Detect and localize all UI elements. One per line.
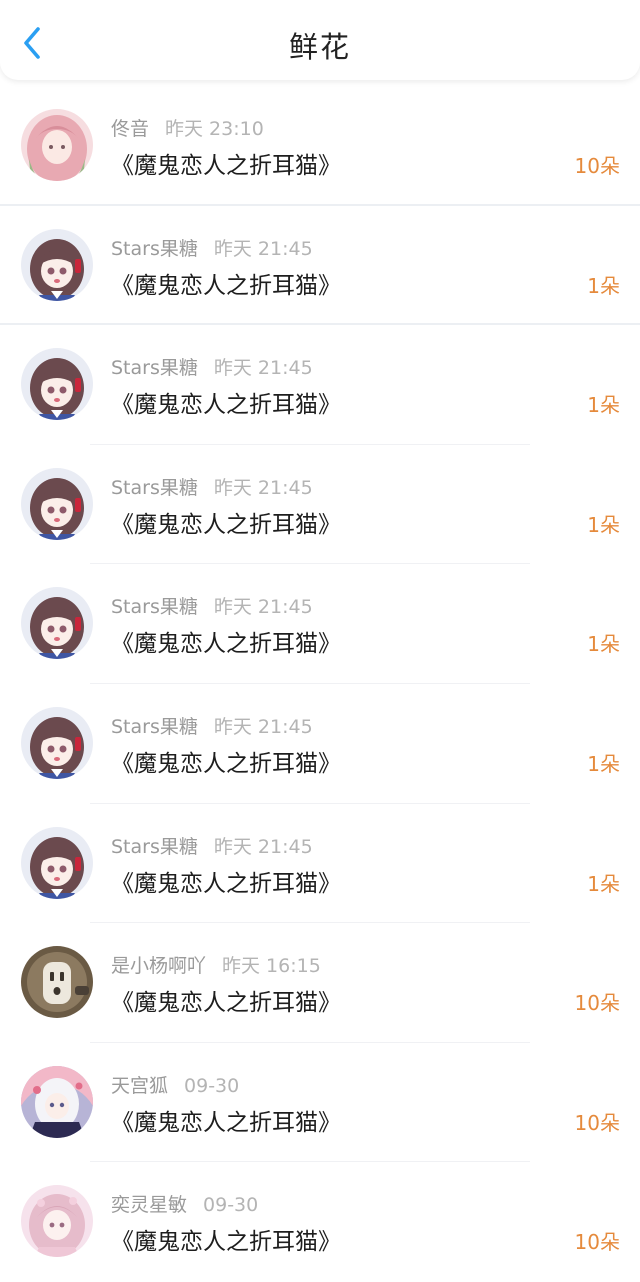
- book-title[interactable]: 《魔鬼恋人之折耳猫》: [111, 146, 341, 180]
- flower-count: 10朵: [574, 991, 620, 1016]
- book-title[interactable]: 《魔鬼恋人之折耳猫》: [111, 744, 341, 778]
- avatar[interactable]: [21, 1185, 93, 1258]
- list-item[interactable]: 是小杨啊吖 昨天 16:15 《魔鬼恋人之折耳猫》 10朵: [0, 923, 640, 1043]
- book-title[interactable]: 《魔鬼恋人之折耳猫》: [111, 1103, 341, 1137]
- username[interactable]: Stars果糖: [111, 477, 198, 499]
- username[interactable]: Stars果糖: [111, 836, 198, 858]
- avatar[interactable]: [21, 348, 93, 421]
- timestamp: 昨天 21:45: [213, 357, 313, 380]
- pink-hair-avatar-icon: [21, 109, 93, 181]
- avatar[interactable]: [21, 467, 93, 540]
- timestamp: 09-30: [203, 1194, 259, 1217]
- flower-list: 佟音 昨天 23:10 《魔鬼恋人之折耳猫》 10朵 Stars果糖 昨天 21:4…: [0, 86, 640, 1282]
- flower-count: 1朵: [587, 751, 620, 776]
- list-item[interactable]: Stars果糖 昨天 21:45 《魔鬼恋人之折耳猫》 1朵: [0, 564, 640, 684]
- book-title[interactable]: 《魔鬼恋人之折耳猫》: [111, 983, 341, 1017]
- avatar[interactable]: [21, 946, 93, 1019]
- brown-hair-girl-avatar-icon: [21, 587, 93, 660]
- flower-count: 1朵: [587, 632, 620, 657]
- list-item[interactable]: Stars果糖 昨天 21:45 《魔鬼恋人之折耳猫》 1朵: [0, 445, 640, 565]
- timestamp: 昨天 23:10: [165, 118, 264, 140]
- timestamp: 昨天 16:15: [222, 955, 321, 978]
- brown-hair-girl-avatar-icon: [21, 348, 93, 421]
- timestamp: 昨天 21:45: [213, 715, 313, 738]
- book-title[interactable]: 《魔鬼恋人之折耳猫》: [111, 266, 341, 300]
- timestamp: 昨天 21:45: [213, 476, 313, 499]
- brown-hair-girl-avatar-icon: [21, 826, 93, 899]
- item-meta: 佟音 昨天 23:10: [111, 114, 264, 141]
- list-item[interactable]: Stars果糖 昨天 21:45 《魔鬼恋人之折耳猫》 1朵: [0, 325, 640, 445]
- list-item[interactable]: Stars果糖 昨天 21:45 《魔鬼恋人之折耳猫》 1朵: [0, 804, 640, 924]
- list-item[interactable]: 佟音 昨天 23:10 《魔鬼恋人之折耳猫》 10朵: [0, 86, 640, 206]
- username[interactable]: 奕灵星敏: [111, 1194, 187, 1216]
- book-title[interactable]: 《魔鬼恋人之折耳猫》: [111, 1222, 341, 1256]
- item-meta: 奕灵星敏 09-30: [111, 1190, 258, 1217]
- avatar[interactable]: [21, 587, 93, 660]
- brown-hair-girl-avatar-icon: [21, 467, 93, 540]
- pink-girl-avatar-icon: [21, 1185, 93, 1258]
- list-item[interactable]: Stars果糖 昨天 21:45 《魔鬼恋人之折耳猫》 1朵: [0, 206, 640, 326]
- timestamp: 昨天 21:45: [213, 596, 313, 619]
- list-item[interactable]: Stars果糖 昨天 21:45 《魔鬼恋人之折耳猫》 1朵: [0, 684, 640, 804]
- username[interactable]: 佟音: [111, 118, 149, 140]
- item-meta: Stars果糖 昨天 21:45: [111, 712, 313, 739]
- book-title[interactable]: 《魔鬼恋人之折耳猫》: [111, 385, 341, 419]
- power-socket-avatar-icon: [21, 946, 93, 1019]
- flower-count: 1朵: [587, 512, 620, 537]
- book-title[interactable]: 《魔鬼恋人之折耳猫》: [111, 624, 341, 658]
- timestamp: 昨天 21:45: [213, 237, 313, 260]
- item-meta: Stars果糖 昨天 21:45: [111, 473, 313, 500]
- timestamp: 昨天 21:45: [213, 835, 313, 858]
- brown-hair-girl-avatar-icon: [21, 228, 93, 301]
- item-meta: Stars果糖 昨天 21:45: [111, 234, 313, 261]
- top-bar: 鲜花: [0, 0, 640, 80]
- book-title[interactable]: 《魔鬼恋人之折耳猫》: [111, 505, 341, 539]
- avatar[interactable]: [21, 826, 93, 899]
- brown-hair-girl-avatar-icon: [21, 706, 93, 779]
- avatar[interactable]: [21, 1065, 93, 1138]
- avatar[interactable]: [21, 109, 93, 181]
- item-meta: 天宫狐 09-30: [111, 1071, 239, 1098]
- username[interactable]: Stars果糖: [111, 357, 198, 379]
- avatar[interactable]: [21, 706, 93, 779]
- list-item[interactable]: 天宫狐 09-30 《魔鬼恋人之折耳猫》 10朵: [0, 1043, 640, 1163]
- flower-count: 10朵: [574, 154, 620, 178]
- timestamp: 09-30: [184, 1074, 240, 1097]
- flower-count: 1朵: [587, 393, 620, 418]
- white-hair-girl-avatar-icon: [21, 1065, 93, 1138]
- flower-count: 1朵: [587, 273, 620, 298]
- flower-count: 10朵: [574, 1110, 620, 1135]
- page-title: 鲜花: [288, 30, 351, 64]
- list-item[interactable]: 奕灵星敏 09-30 《魔鬼恋人之折耳猫》 10朵: [0, 1162, 640, 1282]
- username[interactable]: 天宫狐: [111, 1075, 168, 1097]
- item-meta: Stars果糖 昨天 21:45: [111, 353, 313, 380]
- item-meta: Stars果糖 昨天 21:45: [111, 832, 313, 859]
- item-meta: Stars果糖 昨天 21:45: [111, 592, 313, 619]
- item-meta: 是小杨啊吖 昨天 16:15: [111, 951, 321, 978]
- username[interactable]: Stars果糖: [111, 716, 198, 738]
- flower-count: 1朵: [587, 871, 620, 896]
- username[interactable]: 是小杨啊吖: [111, 955, 206, 977]
- username[interactable]: Stars果糖: [111, 238, 198, 260]
- book-title[interactable]: 《魔鬼恋人之折耳猫》: [111, 864, 341, 898]
- avatar[interactable]: [21, 228, 93, 301]
- flower-count: 10朵: [574, 1230, 620, 1255]
- username[interactable]: Stars果糖: [111, 596, 198, 618]
